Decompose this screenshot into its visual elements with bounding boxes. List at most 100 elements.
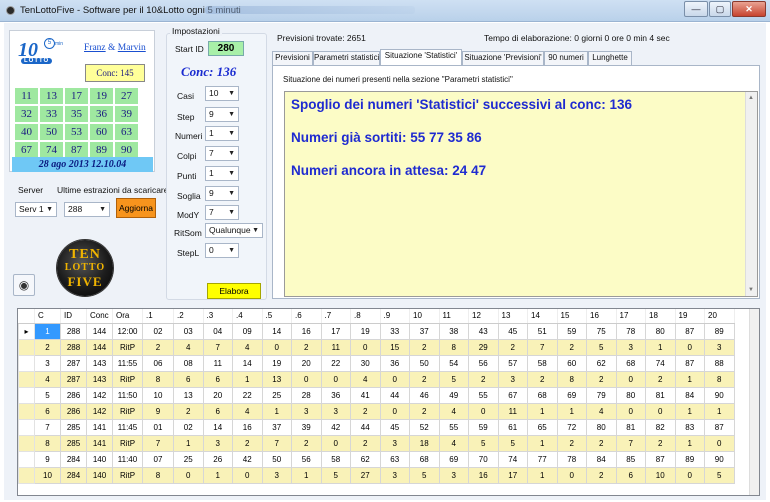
table-cell[interactable]: 81 [615, 418, 646, 436]
author-franz-link[interactable]: Franz [84, 43, 106, 53]
table-cell[interactable]: 50 [409, 354, 440, 372]
table-row[interactable]: 9 284 140 11:40 07 25 26 42 50 56 58 62 63 68 69 70 74 77… [18, 450, 735, 468]
table-cell[interactable]: 30 [350, 354, 381, 372]
table-cell[interactable]: 7 [261, 434, 292, 452]
table-cell[interactable]: 37 [409, 322, 440, 340]
table-cell[interactable]: 3 [704, 338, 735, 356]
table-cell[interactable]: 1 [674, 370, 705, 388]
table-cell[interactable]: 5 [34, 386, 61, 404]
column-header[interactable]: 17 [616, 309, 646, 324]
table-cell[interactable]: 288 [60, 322, 87, 340]
table-cell[interactable]: 5 [468, 434, 499, 452]
table-cell[interactable]: RitP [112, 402, 143, 420]
punti-select[interactable]: 1 ▼ [205, 166, 239, 181]
table-cell[interactable]: 62 [350, 450, 381, 468]
table-cell[interactable]: 22 [320, 354, 351, 372]
table-cell[interactable]: 2 [232, 434, 263, 452]
table-cell[interactable]: 285 [60, 434, 87, 452]
table-cell[interactable]: 4 [586, 402, 617, 420]
table-cell[interactable]: 68 [527, 386, 558, 404]
table-cell[interactable]: 52 [409, 418, 440, 436]
table-cell[interactable]: 81 [645, 386, 676, 404]
table-cell[interactable]: 06 [142, 354, 174, 372]
table-cell[interactable]: 2 [409, 370, 440, 388]
table-cell[interactable]: 54 [438, 354, 469, 372]
table-cell[interactable]: 11:40 [112, 450, 143, 468]
table-cell[interactable]: 56 [468, 354, 499, 372]
table-cell[interactable]: 7 [142, 434, 174, 452]
table-cell[interactable]: 144 [86, 322, 113, 340]
table-row[interactable]: ▸ 1 288 144 12:00 02 03 04 09 14 16 17 19 33 37 38 43 45 5… [18, 322, 735, 340]
table-cell[interactable]: RitP [112, 370, 143, 388]
column-header[interactable]: 19 [675, 309, 705, 324]
table-row[interactable]: 8 285 141 RitP 7 1 3 2 7 2 0 2 3 18 4 5 5 1 2 2 7 2 1 0 [18, 434, 735, 452]
table-cell[interactable]: 284 [60, 466, 87, 484]
table-cell[interactable]: 9 [34, 450, 61, 468]
table-cell[interactable]: 59 [468, 418, 499, 436]
row-header[interactable] [18, 450, 35, 468]
table-cell[interactable]: 4 [350, 370, 381, 388]
table-cell[interactable]: 3 [497, 370, 528, 388]
table-cell[interactable]: 82 [645, 418, 676, 436]
table-cell[interactable]: 1 [527, 466, 558, 484]
result-scrollbar[interactable]: ▲ ▼ [745, 92, 757, 296]
table-cell[interactable]: 02 [142, 322, 174, 340]
table-cell[interactable]: 50 [261, 450, 292, 468]
table-cell[interactable]: 28 [291, 386, 322, 404]
table-cell[interactable]: 61 [497, 418, 528, 436]
column-header[interactable]: 12 [468, 309, 499, 324]
tab-previsioni[interactable]: Previsioni [272, 51, 313, 65]
row-header[interactable] [18, 402, 35, 420]
table-cell[interactable]: 2 [409, 402, 440, 420]
table-row[interactable]: 4 287 143 RitP 8 6 6 1 13 0 0 4 0 2 5 2 3 2 8 2 0 2 1 8 [18, 370, 735, 388]
grid-scrollbar[interactable] [749, 309, 759, 495]
table-cell[interactable]: 15 [379, 338, 410, 356]
table-cell[interactable]: 36 [379, 354, 410, 372]
table-cell[interactable]: 1 [674, 402, 705, 420]
table-cell[interactable]: 89 [674, 450, 705, 468]
table-cell[interactable]: 43 [468, 322, 499, 340]
table-cell[interactable]: 80 [586, 418, 617, 436]
row-header[interactable] [18, 418, 35, 436]
estrazioni-count-select[interactable]: 288 ▼ [64, 202, 110, 217]
tab-situazione-previsioni[interactable]: Situazione 'Previsioni' [462, 51, 544, 65]
minimize-button[interactable]: — [684, 1, 708, 17]
table-cell[interactable]: 8 [142, 466, 174, 484]
table-cell[interactable]: 140 [86, 466, 113, 484]
table-row[interactable]: 10 284 140 RitP 8 0 1 0 3 1 5 27 3 5 3 16 17 1 0 2 6 10 0 5 [18, 466, 735, 484]
row-header[interactable] [18, 466, 35, 484]
table-cell[interactable]: 87 [674, 354, 705, 372]
table-cell[interactable]: 6 [615, 466, 646, 484]
table-cell[interactable]: 68 [409, 450, 440, 468]
table-cell[interactable]: 7 [34, 418, 61, 436]
table-cell[interactable]: 44 [379, 386, 410, 404]
table-cell[interactable]: 7 [202, 338, 233, 356]
table-cell[interactable]: 74 [497, 450, 528, 468]
table-cell[interactable]: 60 [556, 354, 587, 372]
table-cell[interactable]: 69 [556, 386, 587, 404]
table-cell[interactable]: 6 [173, 370, 204, 388]
table-cell[interactable]: 10 [34, 466, 61, 484]
column-header[interactable]: Ora [112, 309, 143, 324]
table-cell[interactable]: 1 [232, 370, 263, 388]
table-cell[interactable]: 11 [202, 354, 233, 372]
table-cell[interactable]: 284 [60, 450, 87, 468]
table-cell[interactable]: 6 [34, 402, 61, 420]
table-cell[interactable]: 65 [527, 418, 558, 436]
table-cell[interactable]: 8 [142, 370, 174, 388]
table-cell[interactable]: 4 [438, 434, 469, 452]
table-cell[interactable]: 1 [173, 434, 204, 452]
table-row[interactable]: 5 286 142 11:50 10 13 20 22 25 28 36 41 44 46 49 55 67 68… [18, 386, 735, 404]
table-cell[interactable]: 56 [291, 450, 322, 468]
table-cell[interactable]: 29 [468, 338, 499, 356]
table-cell[interactable]: 3 [202, 434, 233, 452]
table-cell[interactable]: 2 [468, 370, 499, 388]
table-cell[interactable]: 8 [34, 434, 61, 452]
table-cell[interactable]: 5 [704, 466, 735, 484]
table-cell[interactable]: 62 [586, 354, 617, 372]
table-cell[interactable]: 0 [674, 466, 705, 484]
table-cell[interactable]: 85 [615, 450, 646, 468]
tab-situazione-statistici[interactable]: Situazione 'Statistici' [380, 49, 462, 65]
table-cell[interactable]: 0 [615, 402, 646, 420]
table-cell[interactable]: 5 [586, 338, 617, 356]
